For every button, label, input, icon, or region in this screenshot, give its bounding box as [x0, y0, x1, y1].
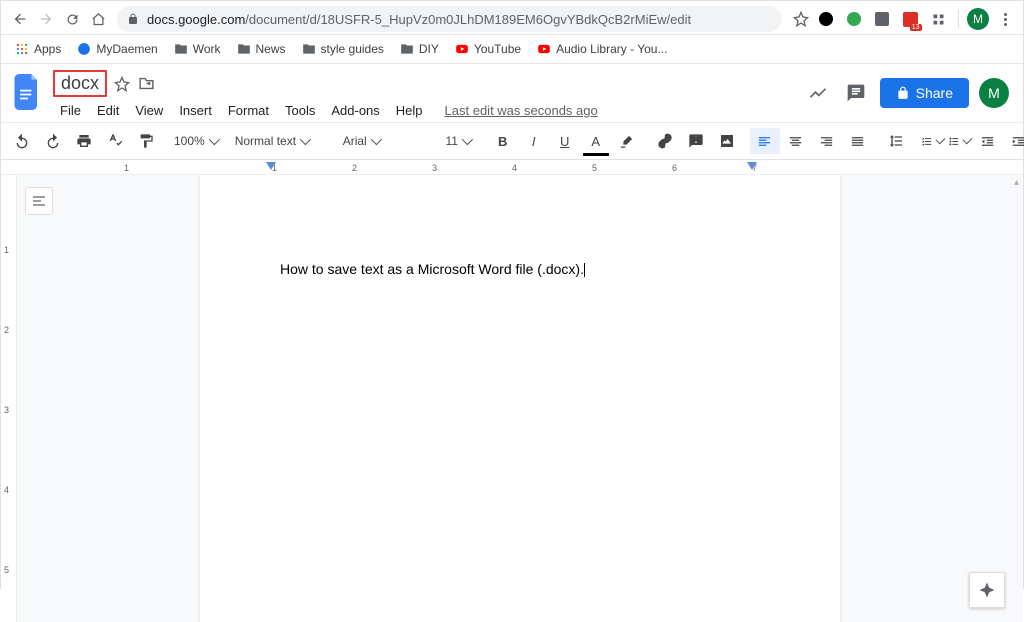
font-size-input[interactable]: 11	[436, 129, 480, 153]
lock-icon	[896, 86, 910, 100]
italic-button[interactable]: I	[519, 128, 549, 154]
bold-button[interactable]: B	[488, 128, 518, 154]
menu-insert[interactable]: Insert	[172, 99, 219, 122]
extension-icon-1[interactable]	[814, 7, 838, 31]
text-cursor	[584, 263, 585, 277]
print-button[interactable]	[69, 128, 99, 154]
separator	[958, 10, 959, 28]
extension-icon-2[interactable]	[842, 7, 866, 31]
share-button[interactable]: Share	[880, 78, 969, 108]
bookmark-folder-diy[interactable]: DIY	[394, 39, 445, 59]
menu-bar: File Edit View Insert Format Tools Add-o…	[53, 99, 605, 122]
ruler-tick: 3	[432, 163, 437, 173]
line-spacing-button[interactable]	[881, 128, 911, 154]
menu-view[interactable]: View	[128, 99, 170, 122]
document-canvas[interactable]: How to save text as a Microsoft Word fil…	[17, 175, 1023, 622]
vertical-ruler[interactable]: 1 2 3 4 5	[1, 175, 17, 622]
ruler-tick: 4	[512, 163, 517, 173]
align-center-button[interactable]	[781, 128, 811, 154]
browser-toolbar: docs.google.com/document/d/18USFR-5_HupV…	[1, 1, 1023, 35]
bookmark-folder-news[interactable]: News	[231, 39, 292, 59]
document-body-text[interactable]: How to save text as a Microsoft Word fil…	[280, 261, 584, 277]
menu-format[interactable]: Format	[221, 99, 276, 122]
reload-button[interactable]	[59, 6, 85, 32]
paint-format-button[interactable]	[131, 128, 161, 154]
text-color-button[interactable]: A	[581, 128, 611, 154]
bookmarks-bar: Apps MyDaemen Work News style guides DIY…	[1, 35, 1023, 64]
bookmark-star-button[interactable]	[788, 6, 814, 32]
chevron-down-icon	[936, 134, 946, 144]
spellcheck-button[interactable]	[100, 128, 130, 154]
bookmark-youtube[interactable]: YouTube	[449, 39, 527, 59]
underline-button[interactable]: U	[550, 128, 580, 154]
align-justify-button[interactable]	[843, 128, 873, 154]
back-button[interactable]	[7, 6, 33, 32]
chevron-down-icon	[300, 134, 311, 145]
chevron-down-icon	[370, 134, 381, 145]
insert-image-button[interactable]	[712, 128, 742, 154]
menu-addons[interactable]: Add-ons	[324, 99, 386, 122]
activity-button[interactable]	[804, 79, 832, 107]
browser-avatar[interactable]: M	[967, 8, 989, 30]
doc-header: docx File Edit View Insert Format Tools …	[1, 64, 1023, 122]
url-domain: docs.google.com	[147, 12, 245, 27]
ruler-tick: 6	[672, 163, 677, 173]
align-left-button[interactable]	[750, 128, 780, 154]
indent-marker-left[interactable]	[266, 162, 276, 170]
indent-marker-right[interactable]	[747, 162, 757, 170]
highlight-button[interactable]	[612, 128, 642, 154]
move-button[interactable]	[137, 75, 155, 93]
undo-button[interactable]	[7, 128, 37, 154]
scrollbar-up-arrow[interactable]: ▴	[1012, 175, 1021, 190]
account-avatar[interactable]: M	[979, 78, 1009, 108]
url-bar[interactable]: docs.google.com/document/d/18USFR-5_HupV…	[117, 6, 782, 32]
chrome-menu-button[interactable]	[993, 7, 1017, 31]
bookmark-folder-work[interactable]: Work	[168, 39, 227, 59]
redo-button[interactable]	[38, 128, 68, 154]
extension-icon-3[interactable]	[870, 7, 894, 31]
bulleted-list-button[interactable]	[946, 129, 972, 153]
horizontal-ruler[interactable]: 1 1 2 3 4 5 6 7	[1, 160, 1023, 175]
chevron-down-icon	[963, 134, 973, 144]
align-right-button[interactable]	[812, 128, 842, 154]
increase-indent-button[interactable]	[1004, 128, 1024, 154]
url-path: /document/d/18USFR-5_HupVz0m0JLhDM189EM6…	[245, 12, 691, 27]
checklist-button[interactable]	[919, 129, 945, 153]
bookmark-audiolibrary[interactable]: Audio Library - You...	[531, 39, 673, 59]
last-edit-link[interactable]: Last edit was seconds ago	[438, 99, 605, 122]
apps-shortcut[interactable]: Apps	[9, 39, 67, 59]
extensions-area: 13 M	[814, 7, 1017, 31]
docs-logo[interactable]	[11, 70, 45, 114]
menu-edit[interactable]: Edit	[90, 99, 126, 122]
decrease-indent-button[interactable]	[973, 128, 1003, 154]
font-dropdown[interactable]: Arial	[338, 129, 428, 153]
lock-icon	[127, 13, 139, 25]
paragraph-style-dropdown[interactable]: Normal text	[230, 129, 330, 153]
formatting-toolbar: 100% Normal text Arial 11 B I U A	[1, 122, 1023, 160]
ruler-tick: 5	[592, 163, 597, 173]
bookmark-mydaemen[interactable]: MyDaemen	[71, 39, 163, 59]
menu-file[interactable]: File	[53, 99, 88, 122]
insert-link-button[interactable]	[650, 128, 680, 154]
insert-comment-button[interactable]	[681, 128, 711, 154]
outline-toggle-button[interactable]	[25, 187, 53, 215]
menu-help[interactable]: Help	[389, 99, 430, 122]
star-button[interactable]	[113, 75, 131, 93]
menu-tools[interactable]: Tools	[278, 99, 322, 122]
bookmark-folder-styleguides[interactable]: style guides	[296, 39, 390, 59]
ublock-icon[interactable]: 13	[898, 7, 922, 31]
home-button[interactable]	[85, 6, 111, 32]
doc-title[interactable]: docx	[53, 70, 107, 97]
chevron-down-icon	[208, 134, 219, 145]
explore-button[interactable]	[969, 572, 1005, 608]
zoom-dropdown[interactable]: 100%	[169, 129, 222, 153]
ruler-tick: 2	[352, 163, 357, 173]
forward-button[interactable]	[33, 6, 59, 32]
comments-button[interactable]	[842, 79, 870, 107]
work-area: 1 2 3 4 5 How to save text as a Microsof…	[1, 175, 1023, 622]
ruler-tick: 1	[124, 163, 129, 173]
extensions-puzzle-icon[interactable]	[926, 7, 950, 31]
chevron-down-icon	[462, 134, 473, 145]
page[interactable]: How to save text as a Microsoft Word fil…	[200, 175, 840, 622]
